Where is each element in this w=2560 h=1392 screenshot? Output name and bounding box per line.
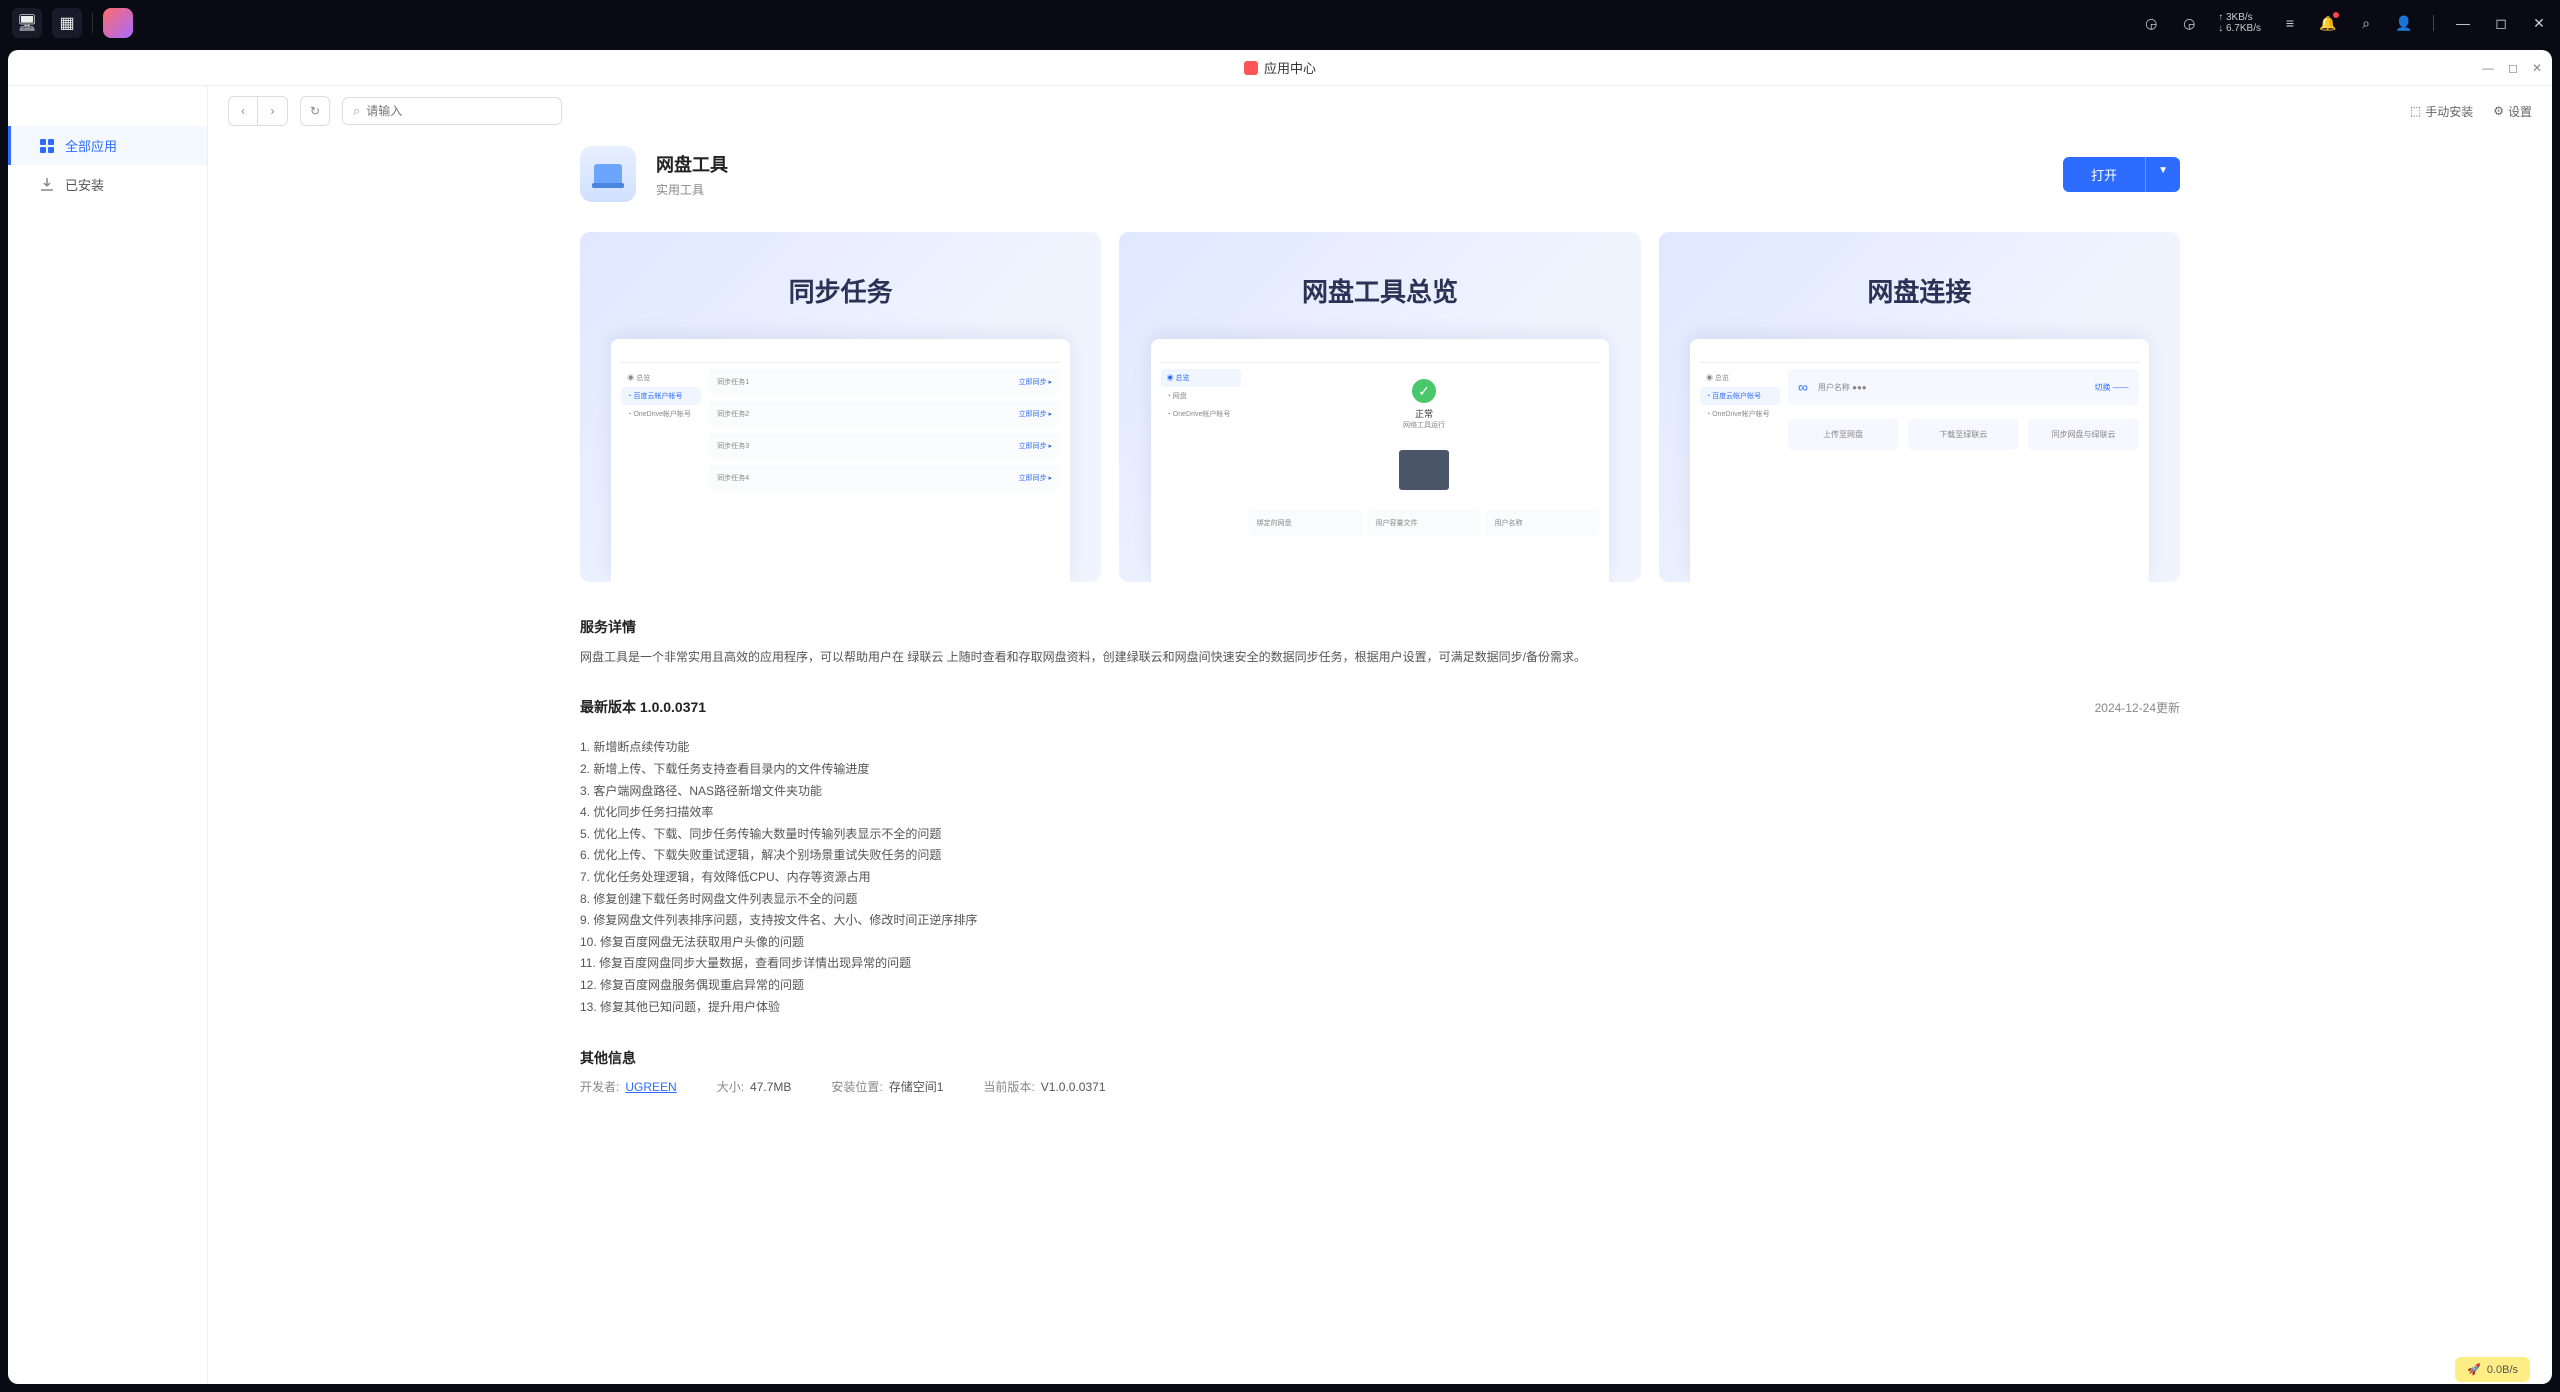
changelog-item: 5. 优化上传、下载、同步任务传输大数量时传输列表显示不全的问题: [580, 824, 2180, 846]
desktop-icon[interactable]: 🖥: [12, 8, 42, 38]
sidebar: 全部应用 已安装: [8, 86, 208, 1384]
apps-grid-icon[interactable]: ▦: [52, 8, 82, 38]
upload-icon: ⬚: [2410, 104, 2421, 118]
changelog-item: 1. 新增断点续传功能: [580, 737, 2180, 759]
changelog-item: 6. 优化上传、下载失败重试逻辑，解决个别场景重试失败任务的问题: [580, 845, 2180, 867]
changelog-item: 13. 修复其他已知问题，提升用户体验: [580, 997, 2180, 1019]
other-info-heading: 其他信息: [580, 1048, 2180, 1068]
refresh-button[interactable]: ↻: [300, 96, 330, 126]
changelog-item: 8. 修复创建下载任务时网盘文件列表显示不全的问题: [580, 889, 2180, 911]
screenshot-preview: ◉ 总览 ◔ 百度云帐户帐号 ◔ OneDrive帐户帐号 同步任务1立即同步 …: [611, 339, 1070, 582]
screenshot-preview: ◉ 总览 ◔ 网盘 ◔ OneDrive帐户帐号 ✓ 正常 网络工具运: [1151, 339, 1610, 582]
sidebar-item-label: 全部应用: [65, 136, 117, 155]
notification-icon[interactable]: 🔔: [2319, 14, 2337, 32]
app-size: 47.7MB: [750, 1080, 791, 1094]
sidebar-item-installed[interactable]: 已安装: [8, 165, 207, 204]
service-heading: 服务详情: [580, 617, 2180, 637]
update-date: 2024-12-24更新: [2095, 699, 2180, 716]
screenshot-card[interactable]: 网盘工具总览 ◉ 总览 ◔ 网盘 ◔ OneDrive帐户帐号: [1119, 232, 1640, 582]
open-dropdown-button[interactable]: ▼: [2145, 157, 2180, 192]
current-version: V1.0.0.0371: [1041, 1080, 1106, 1094]
transfer-rate-widget[interactable]: 0.0B/s: [2455, 1357, 2530, 1382]
window-titlebar: 应用中心 — ◻ ✕: [8, 50, 2552, 86]
back-button[interactable]: ‹: [228, 96, 258, 126]
network-stats: ↑ 3KB/s ↓ 6.7KB/s: [2218, 12, 2261, 34]
ram-gauge-icon: ◶: [2180, 14, 2198, 32]
changelog-item: 7. 优化任务处理逻辑，有效降低CPU、内存等资源占用: [580, 867, 2180, 889]
sidebar-item-label: 已安装: [65, 175, 104, 194]
developer-link[interactable]: UGREEN: [625, 1080, 676, 1094]
screenshot-title: 网盘工具总览: [1302, 272, 1458, 309]
changelog-item: 3. 客户端网盘路径、NAS路径新增文件夹功能: [580, 781, 2180, 803]
forward-button[interactable]: ›: [258, 96, 288, 126]
version-heading: 最新版本 1.0.0.0371: [580, 697, 706, 717]
settings-button[interactable]: ⚙ 设置: [2493, 103, 2532, 120]
app-logo-icon: [1244, 61, 1258, 75]
download-icon: [39, 177, 55, 193]
app-header: 网盘工具 实用工具 打开 ▼: [580, 146, 2180, 202]
search-box[interactable]: ⌕: [342, 97, 562, 125]
menu-icon[interactable]: ≡: [2281, 14, 2299, 32]
changelog-item: 10. 修复百度网盘无法获取用户头像的问题: [580, 932, 2180, 954]
screenshot-card[interactable]: 同步任务 ◉ 总览 ◔ 百度云帐户帐号 ◔ OneDrive帐户帐号: [580, 232, 1101, 582]
maximize-icon[interactable]: ◻: [2492, 14, 2510, 32]
changelog-item: 4. 优化同步任务扫描效率: [580, 802, 2180, 824]
minimize-icon[interactable]: —: [2454, 14, 2472, 32]
service-description: 网盘工具是一个非常实用且高效的应用程序，可以帮助用户在 绿联云 上随时查看和存取…: [580, 647, 2180, 667]
screenshot-title: 网盘连接: [1867, 272, 1971, 309]
window-title: 应用中心: [1264, 58, 1316, 77]
grid-icon: [39, 138, 55, 154]
app-category: 实用工具: [656, 181, 728, 198]
running-app-icon[interactable]: [103, 8, 133, 38]
search-input[interactable]: [366, 104, 551, 118]
gear-icon: ⚙: [2493, 104, 2504, 118]
changelog-item: 2. 新增上传、下载任务支持查看目录内的文件传输进度: [580, 759, 2180, 781]
open-button[interactable]: 打开: [2063, 157, 2145, 192]
toolbar: ‹ › ↻ ⌕ ⬚ 手动安装 ⚙ 设置: [208, 86, 2552, 136]
search-icon: ⌕: [353, 103, 360, 119]
sidebar-item-all-apps[interactable]: 全部应用: [8, 126, 207, 165]
install-location: 存储空间1: [889, 1080, 944, 1094]
close-icon[interactable]: ✕: [2530, 14, 2548, 32]
win-maximize-icon[interactable]: ◻: [2508, 61, 2518, 75]
changelog: 1. 新增断点续传功能2. 新增上传、下载任务支持查看目录内的文件传输进度3. …: [580, 737, 2180, 1018]
changelog-item: 9. 修复网盘文件列表排序问题，支持按文件名、大小、修改时间正逆序排序: [580, 910, 2180, 932]
changelog-item: 12. 修复百度网盘服务偶现重启异常的问题: [580, 975, 2180, 997]
screenshot-title: 同步任务: [789, 272, 893, 309]
screenshot-card[interactable]: 网盘连接 ◉ 总览 ◔ 百度云帐户帐号 ◔ OneDrive帐户帐号: [1659, 232, 2180, 582]
screenshots-row: 同步任务 ◉ 总览 ◔ 百度云帐户帐号 ◔ OneDrive帐户帐号: [580, 232, 2180, 582]
screenshot-preview: ◉ 总览 ◔ 百度云帐户帐号 ◔ OneDrive帐户帐号 ∞ 用户名称 ●●●: [1690, 339, 2149, 582]
search-icon[interactable]: ⌕: [2357, 14, 2375, 32]
changelog-item: 11. 修复百度网盘同步大量数据，查看同步详情出现异常的问题: [580, 953, 2180, 975]
system-bar: 🖥 ▦ ◶ ◶ ↑ 3KB/s ↓ 6.7KB/s ≡ 🔔 ⌕ 👤 — ◻ ✕: [0, 0, 2560, 46]
app-icon: [580, 146, 636, 202]
user-icon[interactable]: 👤: [2395, 14, 2413, 32]
app-window: 应用中心 — ◻ ✕ 全部应用 已安装 ‹: [8, 50, 2552, 1384]
app-name: 网盘工具: [656, 151, 728, 177]
cpu-gauge-icon: ◶: [2142, 14, 2160, 32]
other-info-row: 开发者:UGREEN 大小:47.7MB 安装位置:存储空间1 当前版本:V1.…: [580, 1078, 2180, 1095]
win-close-icon[interactable]: ✕: [2532, 61, 2542, 75]
manual-install-button[interactable]: ⬚ 手动安装: [2410, 103, 2473, 120]
win-minimize-icon[interactable]: —: [2482, 61, 2494, 75]
